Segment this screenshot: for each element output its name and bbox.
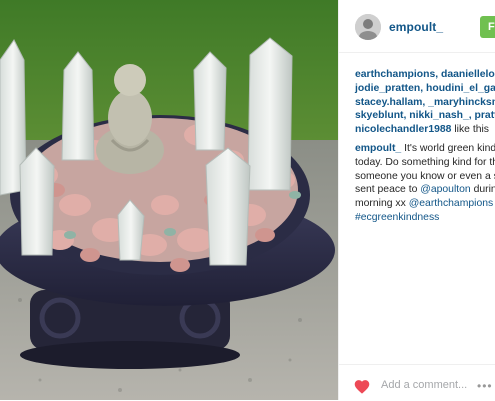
hashtag-link[interactable]: #ecgreenkindness [355, 211, 495, 225]
caption-text: It's world green kindn [404, 143, 495, 154]
caption-author-link[interactable]: empoult_ [355, 143, 401, 154]
likes-names-line[interactable]: skyeblunt, nikki_nash_, pratto8 [355, 109, 495, 123]
likes-names-line[interactable]: stacey.hallam, _maryhincksman [355, 96, 495, 110]
heart-icon[interactable] [353, 378, 371, 399]
caption-text: during [473, 184, 495, 196]
likes-names-line[interactable]: earthchampions, daaniellelouis [355, 68, 495, 82]
post-header: empoult_ Fo [339, 0, 495, 53]
comment-input[interactable]: Add a comment... [381, 379, 467, 391]
likes-names-line[interactable]: jodie_pratten, houdini_el_gato, [355, 82, 495, 96]
caption-text: sent peace to [355, 184, 421, 196]
post-caption: empoult_ It's world green kindn today. D… [355, 142, 495, 225]
post-photo[interactable] [0, 0, 338, 400]
comment-bar: Add a comment... ••• [339, 364, 495, 401]
avatar[interactable] [355, 14, 381, 40]
mention-link[interactable]: @earthchampions [409, 198, 493, 209]
mention-link[interactable]: @apoulton [420, 184, 470, 195]
likes-suffix: like this [451, 124, 489, 136]
more-options-icon[interactable]: ••• [477, 379, 493, 393]
post-side-panel: empoult_ Fo earthchampions, daaniellelou… [338, 0, 495, 400]
likes-names-line[interactable]: nicolechandler1988 [355, 124, 451, 135]
caption-text: someone you know or even a st [355, 170, 495, 182]
caption-text: morning xx [355, 198, 409, 210]
username-link[interactable]: empoult_ [389, 20, 443, 34]
instagram-post: empoult_ Fo earthchampions, daaniellelou… [0, 0, 495, 400]
follow-button[interactable]: Fo [480, 16, 495, 38]
caption-text: today. Do something kind for the [355, 156, 495, 168]
likes-list: earthchampions, daaniellelouis jodie_pra… [355, 68, 495, 137]
